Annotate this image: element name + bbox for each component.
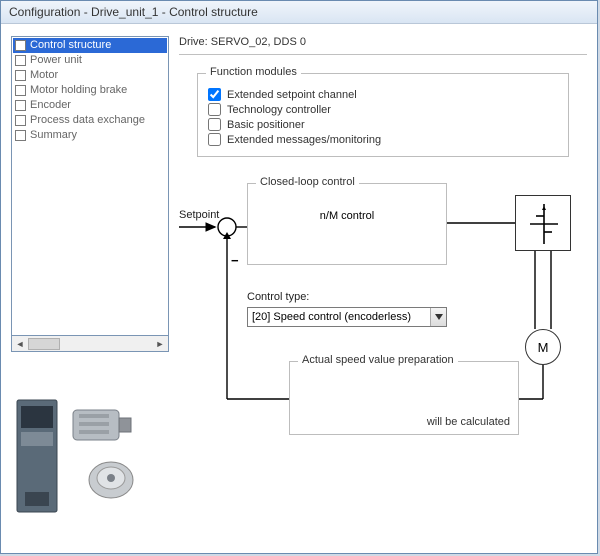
motor-symbol: M <box>525 329 561 365</box>
control-diagram: Setpoint Closed-loop control n/M control… <box>179 181 587 481</box>
fn-item-label: Extended setpoint channel <box>227 89 357 101</box>
sidebar-item-label: Encoder <box>30 98 71 113</box>
setpoint-label: Setpoint <box>179 209 219 221</box>
hardware-illustration <box>11 372 169 522</box>
content-area: Control structure Power unit Motor Motor… <box>1 24 597 532</box>
sidebar-item-label: Summary <box>30 128 77 143</box>
sidebar-container: Control structure Power unit Motor Motor… <box>11 36 169 522</box>
fn-item-label: Extended messages/monitoring <box>227 134 381 146</box>
sidebar-item-label: Power unit <box>30 53 82 68</box>
sidebar-item-label: Process data exchange <box>30 113 145 128</box>
checkbox-icon <box>15 115 26 126</box>
wizard-step-list[interactable]: Control structure Power unit Motor Motor… <box>11 36 169 336</box>
sidebar-item-summary[interactable]: Summary <box>13 128 167 143</box>
fn-basic-positioner-checkbox[interactable] <box>208 118 221 131</box>
sidebar-item-label: Motor <box>30 68 58 83</box>
actual-speed-legend: Actual speed value preparation <box>298 354 458 366</box>
checkbox-icon <box>15 40 26 51</box>
inverter-symbol <box>515 195 571 251</box>
scroll-left-icon[interactable]: ◄ <box>12 337 28 351</box>
sidebar-item-encoder[interactable]: Encoder <box>13 98 167 113</box>
sidebar-scrollbar[interactable]: ◄ ► <box>11 336 169 352</box>
sidebar-item-power-unit[interactable]: Power unit <box>13 53 167 68</box>
fn-item-label: Basic positioner <box>227 119 305 131</box>
scroll-right-icon[interactable]: ► <box>152 337 168 351</box>
sidebar-item-label: Control structure <box>30 38 111 53</box>
fn-extended-messages[interactable]: Extended messages/monitoring <box>208 133 558 146</box>
sidebar-item-process-data-exchange[interactable]: Process data exchange <box>13 113 167 128</box>
motor-symbol-label: M <box>538 340 549 355</box>
closed-loop-legend: Closed-loop control <box>256 176 359 188</box>
checkbox-icon <box>15 55 26 66</box>
sidebar-item-motor[interactable]: Motor <box>13 68 167 83</box>
function-modules-group: Function modules Extended setpoint chann… <box>197 73 569 157</box>
checkbox-icon <box>15 70 26 81</box>
fn-technology-controller-checkbox[interactable] <box>208 103 221 116</box>
dropdown-icon[interactable] <box>430 308 446 326</box>
checkbox-icon <box>15 85 26 96</box>
checkbox-icon <box>15 100 26 111</box>
actual-speed-group: Actual speed value preparation will be c… <box>289 361 519 435</box>
actual-speed-text: will be calculated <box>427 416 510 428</box>
fn-technology-controller[interactable]: Technology controller <box>208 103 558 116</box>
window-title: Configuration - Drive_unit_1 - Control s… <box>1 1 597 24</box>
closed-loop-group: Closed-loop control n/M control <box>247 183 447 265</box>
separator <box>179 54 587 55</box>
control-type-value: [20] Speed control (encoderless) <box>248 311 430 323</box>
function-modules-legend: Function modules <box>206 66 301 78</box>
checkbox-icon <box>15 130 26 141</box>
control-type-label: Control type: <box>247 291 309 303</box>
control-type-select[interactable]: [20] Speed control (encoderless) <box>247 307 447 327</box>
minus-icon: − <box>231 253 239 268</box>
closed-loop-text: n/M control <box>258 196 436 222</box>
main-panel: Drive: SERVO_02, DDS 0 Function modules … <box>179 36 587 522</box>
config-window: Configuration - Drive_unit_1 - Control s… <box>0 0 598 554</box>
drive-label: Drive: SERVO_02, DDS 0 <box>179 36 587 48</box>
fn-extended-setpoint-checkbox[interactable] <box>208 88 221 101</box>
fn-item-label: Technology controller <box>227 104 331 116</box>
fn-basic-positioner[interactable]: Basic positioner <box>208 118 558 131</box>
sidebar-item-control-structure[interactable]: Control structure <box>13 38 167 53</box>
sidebar-item-motor-holding-brake[interactable]: Motor holding brake <box>13 83 167 98</box>
scroll-thumb[interactable] <box>28 338 60 350</box>
sidebar-item-label: Motor holding brake <box>30 83 127 98</box>
fn-extended-messages-checkbox[interactable] <box>208 133 221 146</box>
fn-extended-setpoint[interactable]: Extended setpoint channel <box>208 88 558 101</box>
